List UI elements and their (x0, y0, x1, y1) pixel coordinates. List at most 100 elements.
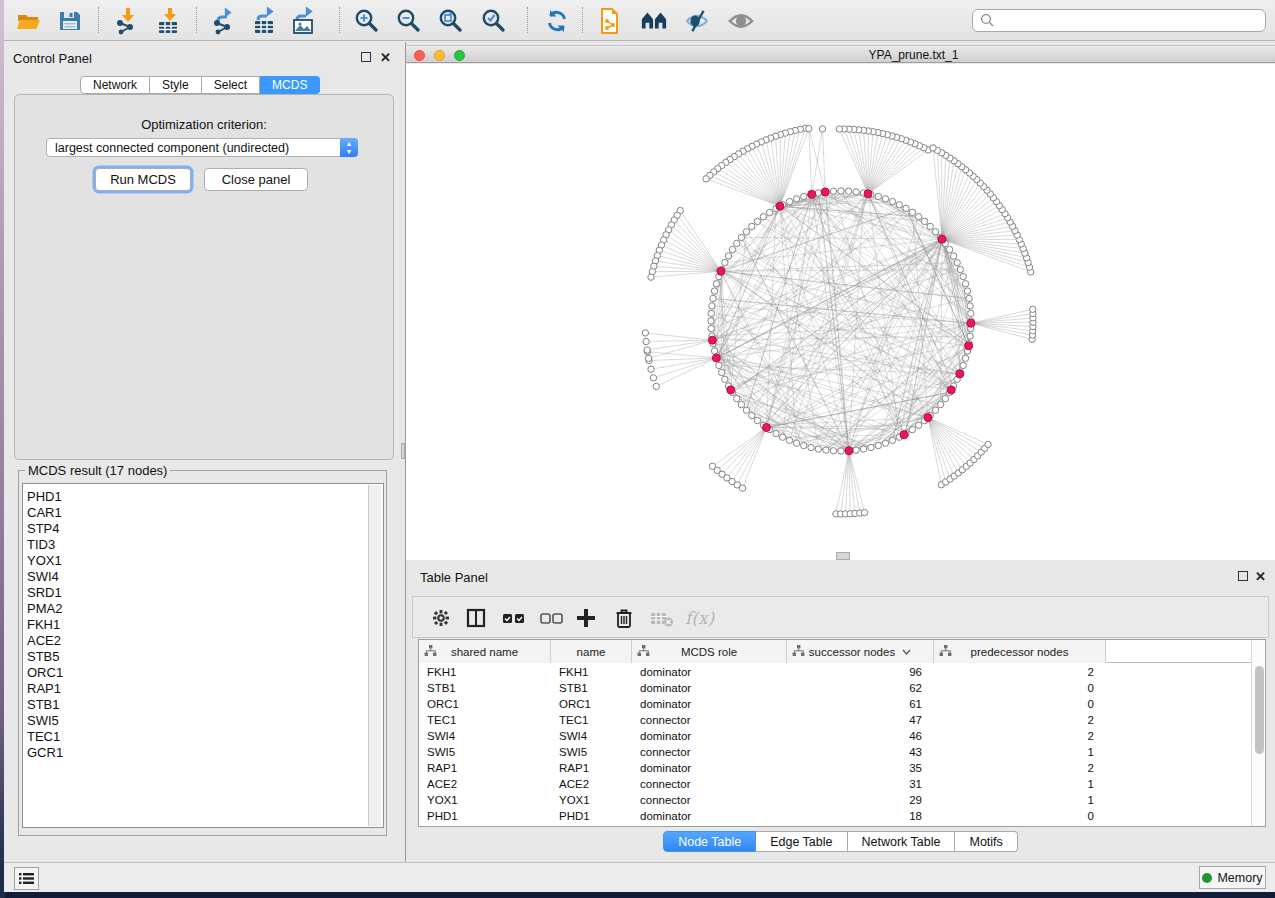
mcds-result-item[interactable]: SRD1 (23, 585, 383, 601)
close-panel-icon[interactable]: ✕ (380, 50, 391, 65)
toolbar-separator (98, 7, 99, 33)
delete-table-icon[interactable] (649, 605, 675, 631)
table-row[interactable]: STB1STB1dominator620 (419, 680, 1106, 696)
mcds-tab-content: Optimization criterion: largest connecte… (14, 94, 394, 460)
mcds-result-item[interactable]: TID3 (23, 537, 383, 553)
tab-network[interactable]: Network (80, 76, 150, 94)
table-cell: 0 (934, 808, 1106, 824)
table-scrollbar[interactable] (1251, 640, 1265, 826)
open-session-icon[interactable] (15, 7, 43, 35)
mcds-result-item[interactable]: STP4 (23, 521, 383, 537)
import-table-icon[interactable] (155, 7, 183, 35)
tab-select[interactable]: Select (202, 76, 260, 94)
table-row[interactable]: YOX1YOX1connector291 (419, 792, 1106, 808)
table-row[interactable]: FKH1FKH1dominator962 (419, 664, 1106, 680)
zoom-out-icon[interactable] (395, 7, 423, 35)
memory-label: Memory (1217, 871, 1262, 885)
tab-network-table[interactable]: Network Table (848, 831, 956, 852)
export-network-icon[interactable] (211, 7, 239, 35)
table-row[interactable]: ORC1ORC1dominator610 (419, 696, 1106, 712)
table-row[interactable]: RAP1RAP1dominator352 (419, 760, 1106, 776)
task-history-button[interactable] (14, 867, 39, 890)
mcds-result-item[interactable]: RAP1 (23, 681, 383, 697)
mcds-result-list[interactable]: PHD1CAR1STP4TID3YOX1SWI4SRD1PMA2FKH1ACE2… (22, 483, 384, 828)
table-cell: dominator (632, 808, 787, 824)
import-network-icon[interactable] (114, 7, 142, 35)
export-table-icon[interactable] (251, 7, 279, 35)
zoom-fit-icon[interactable] (437, 7, 465, 35)
column-header-MCDS-role[interactable]: MCDS role (632, 640, 787, 663)
memory-button[interactable]: Memory (1199, 866, 1266, 889)
mcds-result-item[interactable]: ACE2 (23, 633, 383, 649)
table-row[interactable]: SWI5SWI5connector431 (419, 744, 1106, 760)
mcds-result-item[interactable]: FKH1 (23, 617, 383, 633)
zoom-in-icon[interactable] (353, 7, 381, 35)
hide-graphics-details-icon[interactable] (683, 7, 711, 35)
window-zoom-icon[interactable] (454, 50, 465, 61)
scrollbar-thumb[interactable] (1255, 666, 1264, 754)
close-panel-button[interactable]: Close panel (204, 168, 308, 191)
table-cell: YOX1 (551, 792, 632, 808)
search-input[interactable] (972, 9, 1266, 32)
splitter-grip[interactable] (836, 552, 850, 560)
mcds-result-item[interactable]: CAR1 (23, 505, 383, 521)
mcds-result-item[interactable]: GCR1 (23, 745, 383, 761)
close-panel-icon[interactable]: ✕ (1255, 569, 1266, 584)
mcds-result-box: MCDS result (17 nodes) PHD1CAR1STP4TID3Y… (18, 470, 387, 836)
column-header-shared-name[interactable]: shared name (419, 640, 551, 663)
table-panel-title: Table Panel (420, 570, 488, 585)
select-all-icon[interactable] (501, 605, 527, 631)
table-cell: STB1 (551, 680, 632, 696)
table-cell: dominator (632, 696, 787, 712)
network-window-titlebar[interactable]: YPA_prune.txt_1 (406, 45, 1275, 63)
mcds-result-item[interactable]: SWI5 (23, 713, 383, 729)
tab-node-table[interactable]: Node Table (663, 831, 756, 852)
mcds-result-item[interactable]: STB5 (23, 649, 383, 665)
zoom-selected-icon[interactable] (480, 7, 508, 35)
mcds-result-item[interactable]: TEC1 (23, 729, 383, 745)
column-header-name[interactable]: name (551, 640, 632, 663)
mcds-result-scrollbar[interactable] (368, 485, 381, 826)
table-cell: connector (632, 776, 787, 792)
add-column-icon[interactable] (575, 605, 597, 631)
mcds-result-item[interactable]: SWI4 (23, 569, 383, 585)
table-cell: STB1 (419, 680, 551, 696)
table-row[interactable]: ACE2ACE2connector311 (419, 776, 1106, 792)
split-columns-icon[interactable] (465, 605, 487, 631)
optimization-dropdown[interactable]: largest connected component (undirected)… (46, 138, 358, 157)
show-graphics-details-icon[interactable] (727, 7, 755, 35)
control-panel-title: Control Panel (13, 51, 92, 66)
network-overview-icon[interactable] (640, 7, 668, 35)
tab-style[interactable]: Style (150, 76, 202, 94)
window-minimize-icon[interactable] (434, 50, 445, 61)
column-settings-icon[interactable] (430, 605, 452, 631)
export-image-icon[interactable] (290, 7, 318, 35)
deselect-all-icon[interactable] (539, 605, 565, 631)
mcds-result-item[interactable]: PHD1 (23, 489, 383, 505)
share-document-icon[interactable] (597, 7, 625, 35)
run-mcds-button[interactable]: Run MCDS (95, 168, 191, 191)
delete-column-icon[interactable] (613, 605, 635, 631)
table-row[interactable]: TEC1TEC1connector472 (419, 712, 1106, 728)
tab-motifs[interactable]: Motifs (955, 831, 1017, 852)
float-panel-icon[interactable] (361, 52, 371, 62)
float-panel-icon[interactable] (1238, 571, 1248, 581)
network-canvas[interactable] (406, 64, 1275, 560)
column-header-predecessor-nodes[interactable]: predecessor nodes (934, 640, 1106, 663)
mcds-result-item[interactable]: ORC1 (23, 665, 383, 681)
mcds-result-item[interactable]: YOX1 (23, 553, 383, 569)
tab-mcds[interactable]: MCDS (260, 76, 320, 94)
mcds-result-item[interactable]: PMA2 (23, 601, 383, 617)
table-cell: SWI4 (551, 728, 632, 744)
memory-status-icon (1202, 873, 1212, 883)
save-session-icon[interactable] (56, 7, 84, 35)
window-close-icon[interactable] (414, 50, 425, 61)
tab-edge-table[interactable]: Edge Table (756, 831, 847, 852)
splitter-grip[interactable] (401, 443, 405, 459)
refresh-layout-icon[interactable] (543, 7, 571, 35)
column-header-successor-nodes[interactable]: successor nodes (787, 640, 934, 663)
toolbar-separator (339, 7, 340, 33)
table-row[interactable]: SWI4SWI4dominator462 (419, 728, 1106, 744)
mcds-result-item[interactable]: STB1 (23, 697, 383, 713)
table-row[interactable]: PHD1PHD1dominator180 (419, 808, 1106, 824)
